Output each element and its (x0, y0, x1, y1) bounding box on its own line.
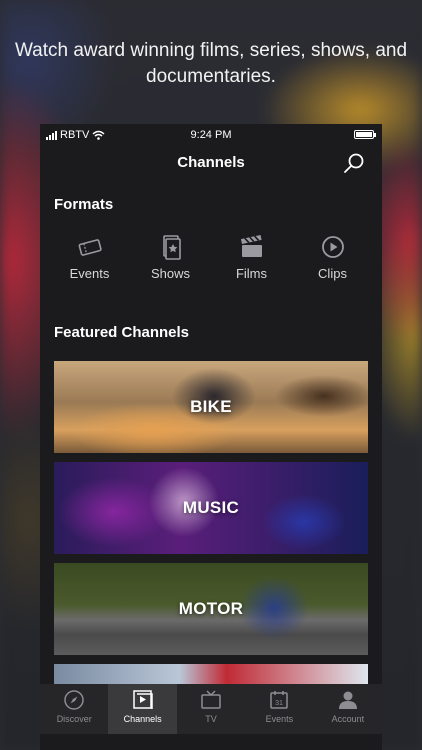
tab-discover[interactable]: Discover (40, 684, 108, 734)
clapperboard-icon (240, 234, 262, 257)
format-clips[interactable]: Clips (292, 234, 373, 284)
featured-channels-title: Featured Channels (54, 324, 190, 341)
format-label: Films (235, 266, 268, 281)
play-circle-icon (321, 236, 344, 258)
tab-bar: Discover Channels TV 31 Events Account (40, 684, 382, 734)
channels-play-icon (132, 690, 153, 709)
tab-label: TV (205, 714, 217, 724)
formats-row: Events Shows Films Clips (49, 234, 373, 284)
tab-account[interactable]: Account (314, 684, 382, 734)
format-label: Shows (150, 266, 191, 281)
search-icon[interactable] (342, 152, 366, 176)
page-title: Channels (177, 154, 245, 171)
tab-label: Events (265, 714, 294, 724)
tv-icon (201, 690, 221, 709)
ticket-icon (78, 239, 102, 256)
channel-label: MUSIC (182, 498, 240, 517)
channel-card-motor[interactable]: MOTOR (54, 563, 368, 655)
channel-card-music[interactable]: MUSIC (54, 462, 368, 554)
format-label: Events (69, 266, 110, 281)
tab-label: Discover (56, 714, 92, 724)
format-films[interactable]: Films (211, 234, 292, 284)
star-card-icon (162, 235, 181, 260)
format-shows[interactable]: Shows (130, 234, 211, 284)
format-label: Clips (318, 266, 347, 281)
compass-icon (64, 690, 84, 710)
person-icon (338, 691, 357, 709)
channel-label: BIKE (190, 397, 232, 416)
channel-label: MOTOR (178, 599, 244, 618)
tab-channels[interactable]: Channels (108, 684, 177, 734)
battery-icon (354, 130, 376, 139)
promo-headline: Watch award winning films, series, shows… (14, 40, 408, 87)
status-time: 9:24 PM (190, 129, 232, 141)
formats-title: Formats (54, 196, 114, 213)
format-events[interactable]: Events (49, 234, 130, 284)
calendar-icon: 31 (270, 691, 289, 709)
nav-bar: Channels (40, 152, 382, 176)
channel-card-bike[interactable]: BIKE (54, 361, 368, 453)
tab-events[interactable]: 31 Events (245, 684, 313, 734)
status-bar: RBTV 9:24 PM (40, 124, 382, 146)
phone-screen: RBTV 9:24 PM Channels Formats Events Sho… (40, 124, 382, 750)
calendar-badge: 31 (276, 700, 284, 707)
tab-label: Account (331, 714, 365, 724)
tab-tv[interactable]: TV (177, 684, 245, 734)
tab-label: Channels (123, 714, 162, 724)
